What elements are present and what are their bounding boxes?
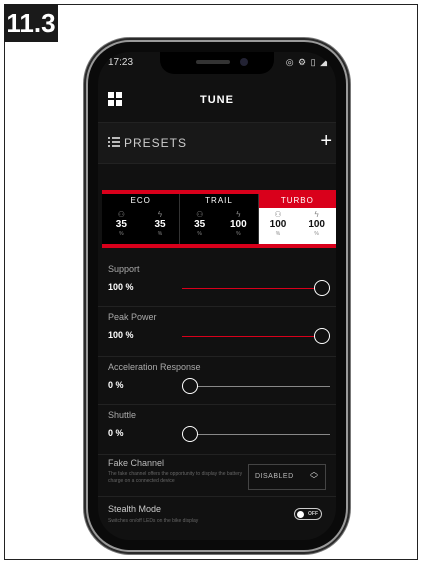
- mode-selector: ECO ⚇ 35% ϟ 35% TRAIL ⚇ 35% ϟ 100% TURBO ⚇ 10…: [102, 190, 336, 248]
- fake-channel-description: The fake channel offers the opportunity …: [108, 471, 243, 484]
- slider-track: [182, 434, 330, 435]
- mode-support-value: 35: [194, 219, 206, 230]
- chevron-up-down-icon: ︿ ﹀: [310, 467, 318, 484]
- mode-support-value: 100: [269, 219, 287, 230]
- mode-support-value: 35: [115, 219, 127, 230]
- step-badge: 11.3: [4, 4, 58, 42]
- support-value: 100 %: [108, 282, 134, 292]
- stealth-mode-toggle[interactable]: OFF: [294, 508, 322, 520]
- presets-label: PRESETS: [124, 136, 188, 150]
- slider-track: [182, 386, 330, 387]
- support-label: Support: [108, 264, 140, 274]
- mode-power-value: 100: [229, 219, 247, 230]
- stealth-mode-setting: Stealth Mode Switches on/off LEDs on the…: [98, 496, 336, 540]
- bolt-icon: ϟ: [314, 210, 319, 219]
- camera-icon: [240, 58, 248, 66]
- bike-icon: ⚇: [274, 210, 282, 219]
- fake-channel-label: Fake Channel: [108, 458, 165, 468]
- slider-track: [182, 336, 330, 337]
- shuttle-label: Shuttle: [108, 410, 137, 420]
- slider-knob[interactable]: [314, 328, 330, 344]
- mode-eco[interactable]: ECO ⚇ 35% ϟ 35%: [102, 194, 181, 244]
- bike-icon: ⚇: [196, 210, 204, 219]
- mode-trail[interactable]: TRAIL ⚇ 35% ϟ 100%: [180, 194, 259, 244]
- notch: [160, 52, 274, 74]
- acceleration-setting: Acceleration Response 0 %: [98, 356, 336, 405]
- mode-power-value: 35: [154, 219, 166, 230]
- top-bar: TUNE: [98, 84, 336, 112]
- bolt-icon: ϟ: [236, 210, 241, 219]
- slider-track: [182, 288, 330, 289]
- shuttle-slider[interactable]: [182, 426, 330, 442]
- status-time: 17:23: [108, 57, 134, 68]
- app-screen: 17:23 ◎ ⚙ ▯ ◢ TUNE PRESETS + ECO ⚇ 35 % …: [98, 52, 336, 540]
- acceleration-value: 0 %: [108, 380, 124, 390]
- mode-name: ECO: [130, 196, 151, 205]
- support-setting: Support 100 %: [98, 258, 336, 307]
- peak-power-setting: Peak Power 100 %: [98, 306, 336, 357]
- toggle-state: OFF: [308, 511, 318, 517]
- acceleration-slider[interactable]: [182, 378, 330, 394]
- slider-knob[interactable]: [182, 378, 198, 394]
- select-value: DISABLED: [255, 473, 294, 480]
- acceleration-label: Acceleration Response: [108, 362, 201, 372]
- peak-power-value: 100 %: [108, 330, 134, 340]
- presets-row[interactable]: PRESETS +: [98, 122, 336, 164]
- mode-name: TURBO: [258, 194, 336, 208]
- status-icons: ◎ ⚙ ▯ ◢: [285, 57, 328, 67]
- toggle-knob: [297, 510, 304, 518]
- fake-channel-setting: Fake Channel The fake channel offers the…: [98, 454, 336, 497]
- slider-knob[interactable]: [182, 426, 198, 442]
- peak-power-label: Peak Power: [108, 312, 157, 322]
- add-preset-button[interactable]: +: [320, 129, 332, 153]
- bolt-icon: ϟ: [157, 210, 163, 219]
- fake-channel-select[interactable]: DISABLED ︿ ﹀: [248, 464, 326, 490]
- support-slider[interactable]: [182, 280, 330, 296]
- bike-icon: ⚇: [117, 210, 125, 219]
- mode-name: TRAIL: [205, 196, 233, 205]
- shuttle-value: 0 %: [108, 428, 124, 438]
- phone-device: 17:23 ◎ ⚙ ▯ ◢ TUNE PRESETS + ECO ⚇ 35 % …: [88, 42, 346, 550]
- stealth-mode-label: Stealth Mode: [108, 504, 162, 514]
- stealth-mode-description: Switches on/off LEDs on the bike display: [108, 518, 199, 524]
- shuttle-setting: Shuttle 0 %: [98, 404, 336, 455]
- mode-turbo[interactable]: TURBO ⚇ 100% ϟ 100%: [258, 194, 336, 244]
- page-title: TUNE: [200, 94, 234, 106]
- list-icon: [108, 137, 120, 147]
- slider-knob[interactable]: [314, 280, 330, 296]
- mode-power-value: 100: [308, 219, 325, 230]
- peak-power-slider[interactable]: [182, 328, 330, 344]
- speaker: [196, 60, 230, 64]
